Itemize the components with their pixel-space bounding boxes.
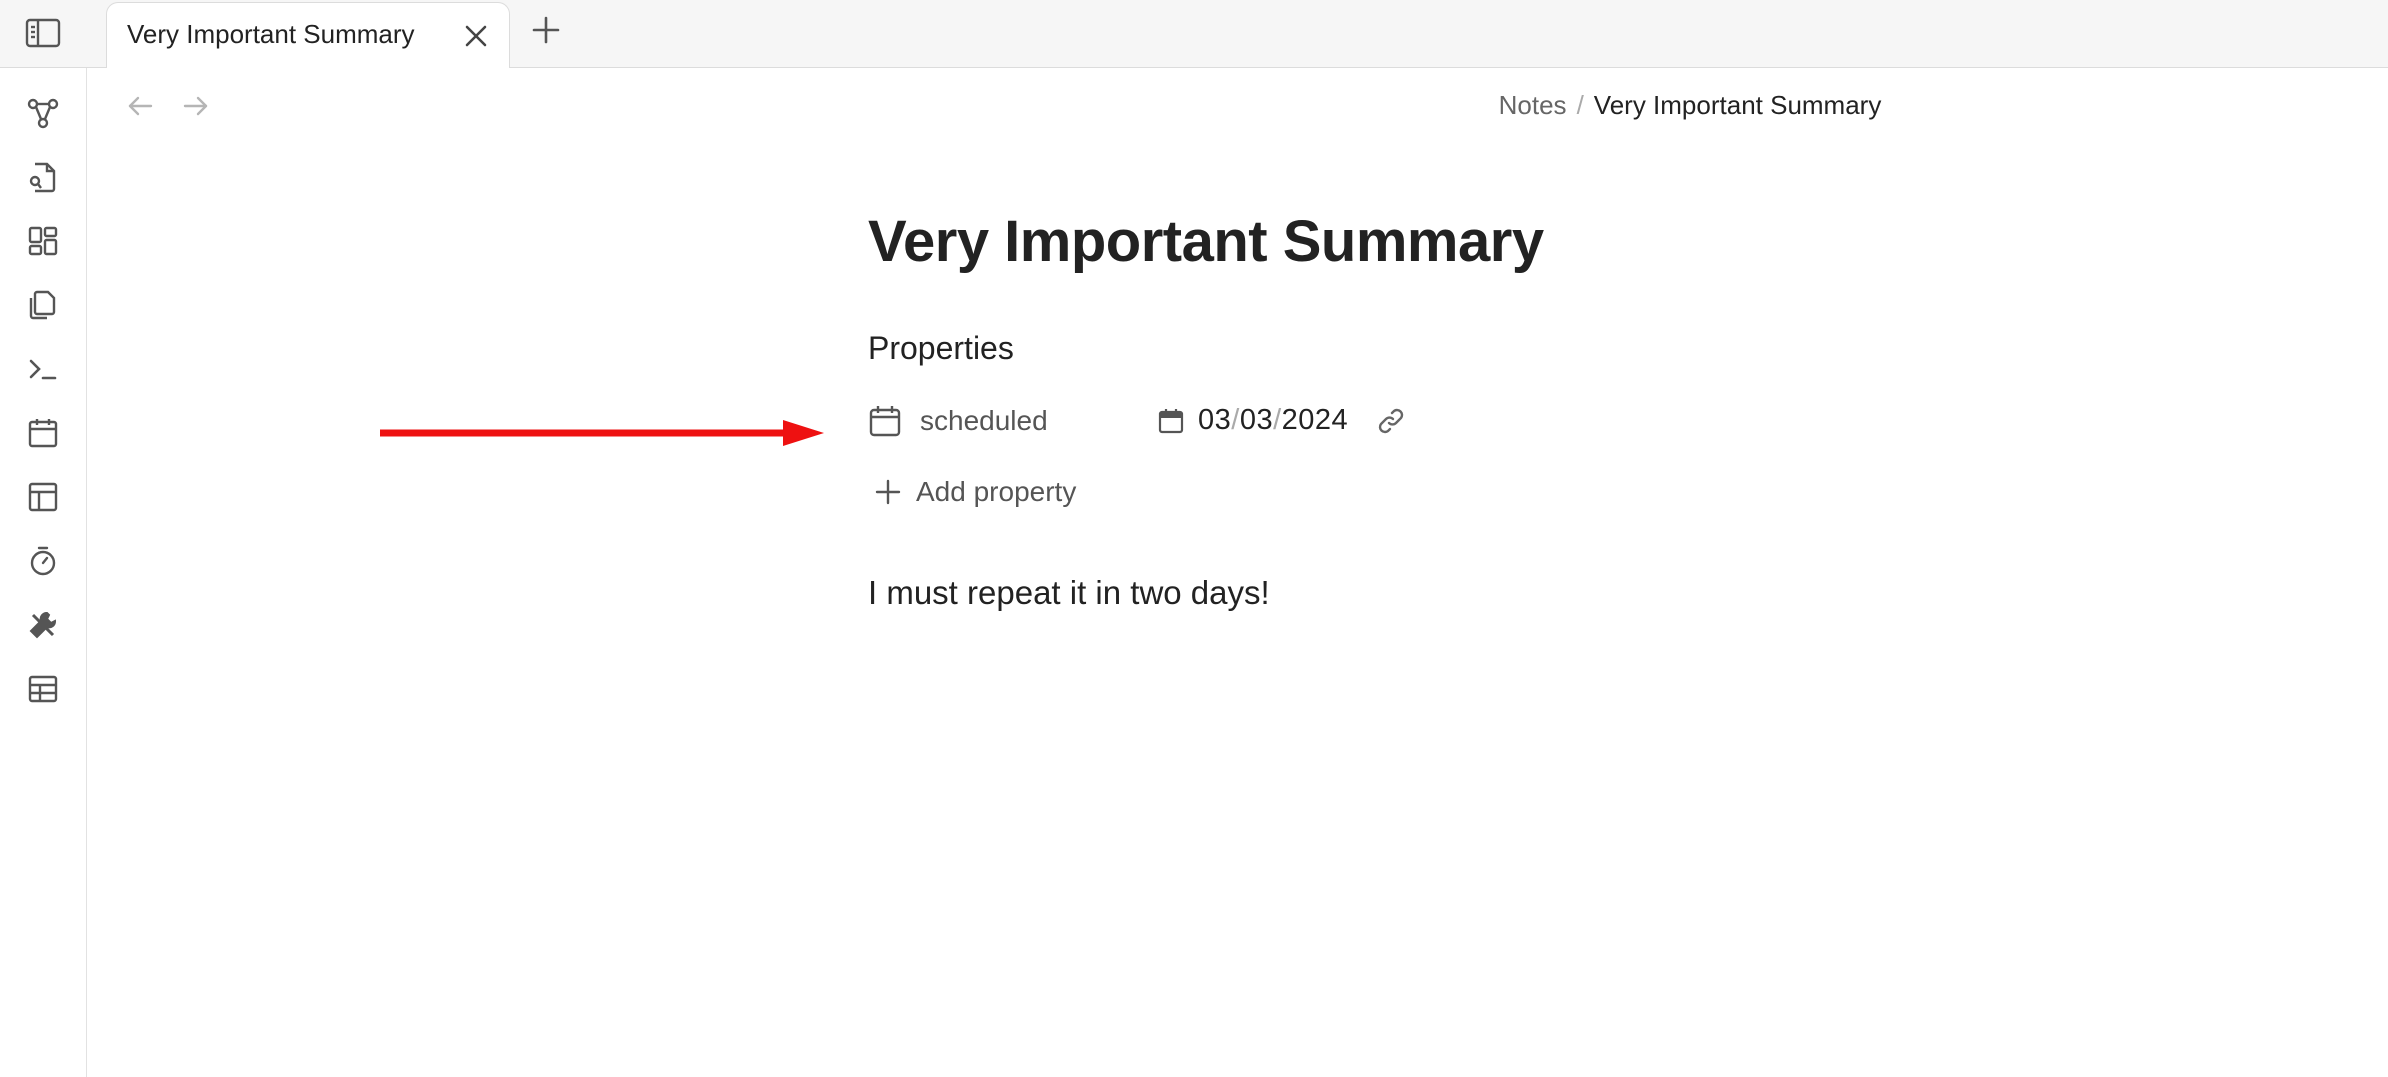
page-title[interactable]: Very Important Summary (868, 208, 1544, 275)
sidebar-toggle-icon[interactable] (22, 14, 64, 52)
table-icon[interactable] (22, 668, 64, 710)
note-body-text[interactable]: I must repeat it in two days! (868, 574, 1270, 612)
layout-icon[interactable] (22, 476, 64, 518)
tab-title: Very Important Summary (127, 19, 415, 49)
date-separator: / (1231, 404, 1240, 436)
new-tab-plus-icon[interactable] (528, 12, 564, 48)
annotation-arrow-icon (378, 418, 828, 448)
calendar-icon[interactable] (22, 412, 64, 454)
timer-icon[interactable] (22, 540, 64, 582)
calendar-icon[interactable] (868, 404, 902, 438)
date-year: 2024 (1281, 404, 1349, 436)
date-picker-icon[interactable] (1158, 408, 1184, 434)
forward-arrow-icon[interactable] (178, 88, 214, 124)
files-icon[interactable] (22, 284, 64, 326)
tab-bar: Very Important Summary (0, 0, 2388, 68)
back-arrow-icon[interactable] (122, 88, 158, 124)
breadcrumb-current[interactable]: Very Important Summary (1594, 90, 1882, 120)
search-file-icon[interactable] (22, 156, 64, 198)
close-icon[interactable] (461, 21, 491, 51)
add-property-button[interactable]: Add property (874, 472, 1134, 512)
properties-heading[interactable]: Properties (868, 330, 1014, 367)
graph-icon[interactable] (22, 92, 64, 134)
date-month: 03 (1198, 404, 1232, 436)
breadcrumb-parent[interactable]: Notes (1499, 90, 1567, 120)
tools-icon[interactable] (22, 604, 64, 646)
link-icon[interactable] (1376, 406, 1406, 436)
left-ribbon (0, 68, 87, 1077)
property-date-value[interactable]: 03/03/2024 (1158, 402, 1458, 442)
property-key[interactable]: scheduled (920, 405, 1048, 437)
breadcrumb: Notes / Very Important Summary (1100, 90, 2280, 121)
dashboard-icon[interactable] (22, 220, 64, 262)
property-row-scheduled: scheduled 03/03/2024 (868, 398, 1468, 446)
add-property-label: Add property (916, 476, 1077, 507)
date-day: 03 (1239, 404, 1274, 436)
date-separator: / (1273, 404, 1282, 436)
tab-very-important-summary[interactable]: Very Important Summary (106, 2, 510, 68)
breadcrumb-separator: / (1576, 90, 1584, 120)
date-value-text[interactable]: 03/03/2024 (1198, 404, 1348, 437)
plus-icon (874, 478, 902, 506)
terminal-icon[interactable] (22, 348, 64, 390)
